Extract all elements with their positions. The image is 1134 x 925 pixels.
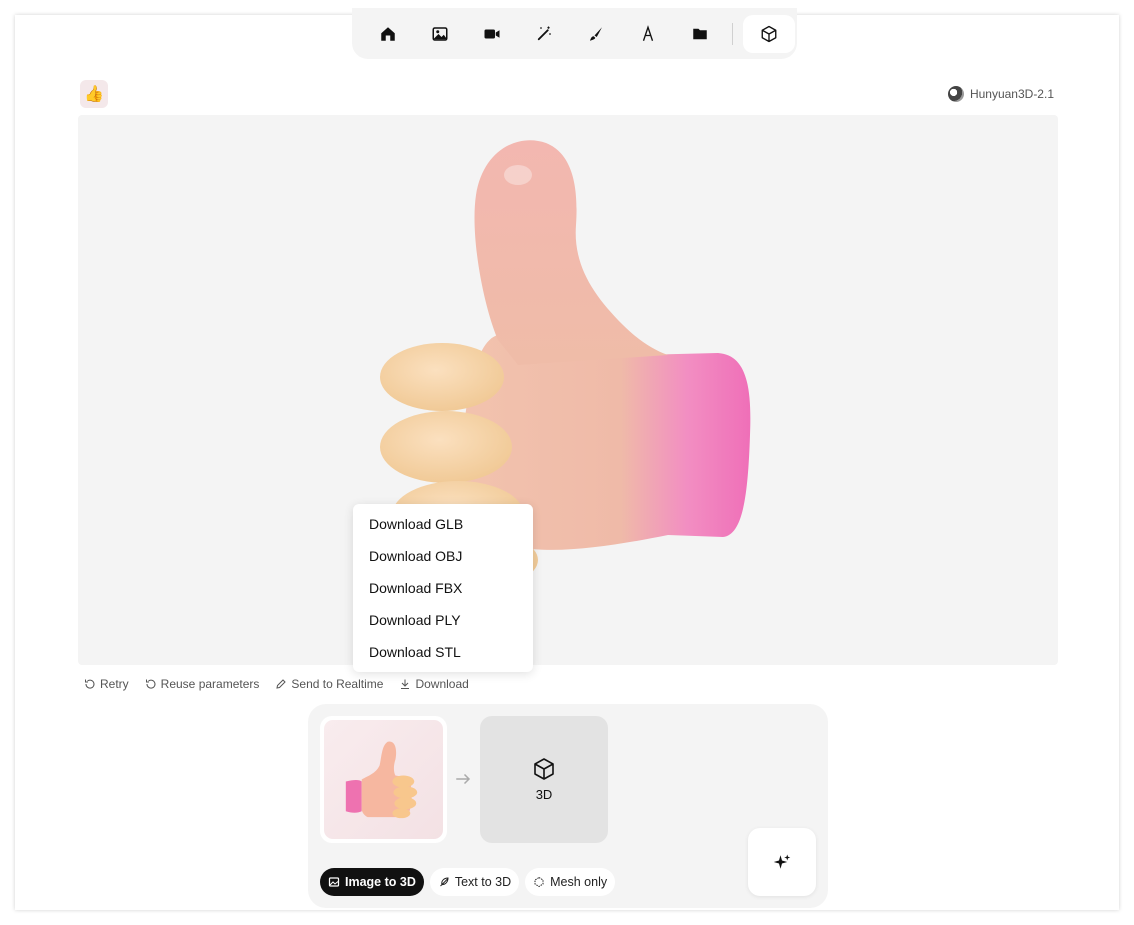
- send-label: Send to Realtime: [291, 677, 384, 691]
- download-glb[interactable]: Download GLB: [353, 508, 533, 540]
- download-stl[interactable]: Download STL: [353, 636, 533, 668]
- video-icon: [484, 29, 500, 38]
- brush-tool[interactable]: [570, 15, 622, 53]
- arrow-right-icon: [456, 773, 471, 785]
- avatar: 👍: [80, 80, 108, 108]
- cube-icon: [761, 25, 777, 42]
- image-icon: [432, 26, 448, 41]
- reuse-label: Reuse parameters: [160, 677, 260, 691]
- image-tool[interactable]: [414, 15, 466, 53]
- download-label: Download: [415, 677, 469, 691]
- mode-mesh-only[interactable]: Mesh only: [525, 868, 616, 896]
- brush-icon: [590, 26, 602, 41]
- toolbar-divider: [732, 22, 733, 45]
- download-button[interactable]: Download: [399, 677, 469, 691]
- cube-icon: [534, 758, 554, 780]
- input-image-thumbnail[interactable]: [320, 716, 447, 843]
- model-name: Hunyuan3D-2.1: [969, 87, 1054, 101]
- output-3d-tile[interactable]: 3D: [480, 716, 608, 843]
- mode-image-to-3d[interactable]: Image to 3D: [320, 868, 424, 896]
- font-icon: [642, 24, 654, 41]
- retry-label: Retry: [100, 677, 129, 691]
- mode-text-to-3d[interactable]: Text to 3D: [429, 868, 520, 896]
- download-ply[interactable]: Download PLY: [353, 604, 533, 636]
- font-tool[interactable]: [622, 15, 674, 53]
- action-bar: Retry Reuse parameters Send to Realtime …: [84, 677, 469, 691]
- thumb-shape: [474, 140, 668, 365]
- folder-icon: [693, 28, 707, 39]
- retry-icon: [85, 679, 95, 689]
- mode-label: Text to 3D: [454, 875, 512, 889]
- generation-panel: 3D Image to 3D Text to 3D Mesh only: [308, 704, 828, 908]
- download-obj[interactable]: Download OBJ: [353, 540, 533, 572]
- home-tool[interactable]: [362, 15, 414, 53]
- mode-label: Image to 3D: [345, 875, 416, 889]
- retry-button[interactable]: Retry: [84, 677, 129, 691]
- thumb-highlight: [504, 165, 532, 185]
- mode-label: Mesh only: [550, 875, 608, 889]
- generate-button[interactable]: [748, 828, 816, 896]
- send-to-realtime-button[interactable]: Send to Realtime: [275, 677, 383, 691]
- mesh-icon: [534, 876, 544, 888]
- download-fbx[interactable]: Download FBX: [353, 572, 533, 604]
- download-menu: Download GLB Download OBJ Download FBX D…: [353, 504, 533, 672]
- image-icon: [328, 877, 340, 887]
- output-label: 3D: [535, 787, 553, 802]
- video-tool[interactable]: [466, 15, 518, 53]
- finger-2: [380, 411, 512, 483]
- download-icon: [401, 679, 410, 689]
- folder-tool[interactable]: [674, 15, 726, 53]
- thumbs-up-image: [345, 741, 418, 819]
- top-toolbar: [352, 8, 797, 59]
- model-logo-icon: [947, 86, 964, 102]
- magic-wand-icon: [537, 26, 551, 40]
- 3d-tool[interactable]: [743, 14, 795, 53]
- sparkle-icon: [773, 854, 791, 869]
- mode-selector: Image to 3D Text to 3D Mesh only: [320, 868, 616, 896]
- finger-1: [380, 343, 504, 411]
- reuse-parameters-button[interactable]: Reuse parameters: [145, 677, 260, 691]
- avatar-emoji: 👍: [84, 86, 104, 103]
- magic-tool[interactable]: [518, 15, 570, 53]
- input-image: [324, 720, 443, 839]
- 3d-viewer[interactable]: [78, 115, 1058, 665]
- feather-icon: [440, 877, 449, 887]
- reuse-icon: [145, 679, 156, 689]
- thumbs-up-model: [380, 140, 751, 588]
- model-badge: Hunyuan3D-2.1: [947, 86, 1054, 102]
- home-icon: [381, 26, 395, 41]
- pencil-icon: [276, 679, 287, 689]
